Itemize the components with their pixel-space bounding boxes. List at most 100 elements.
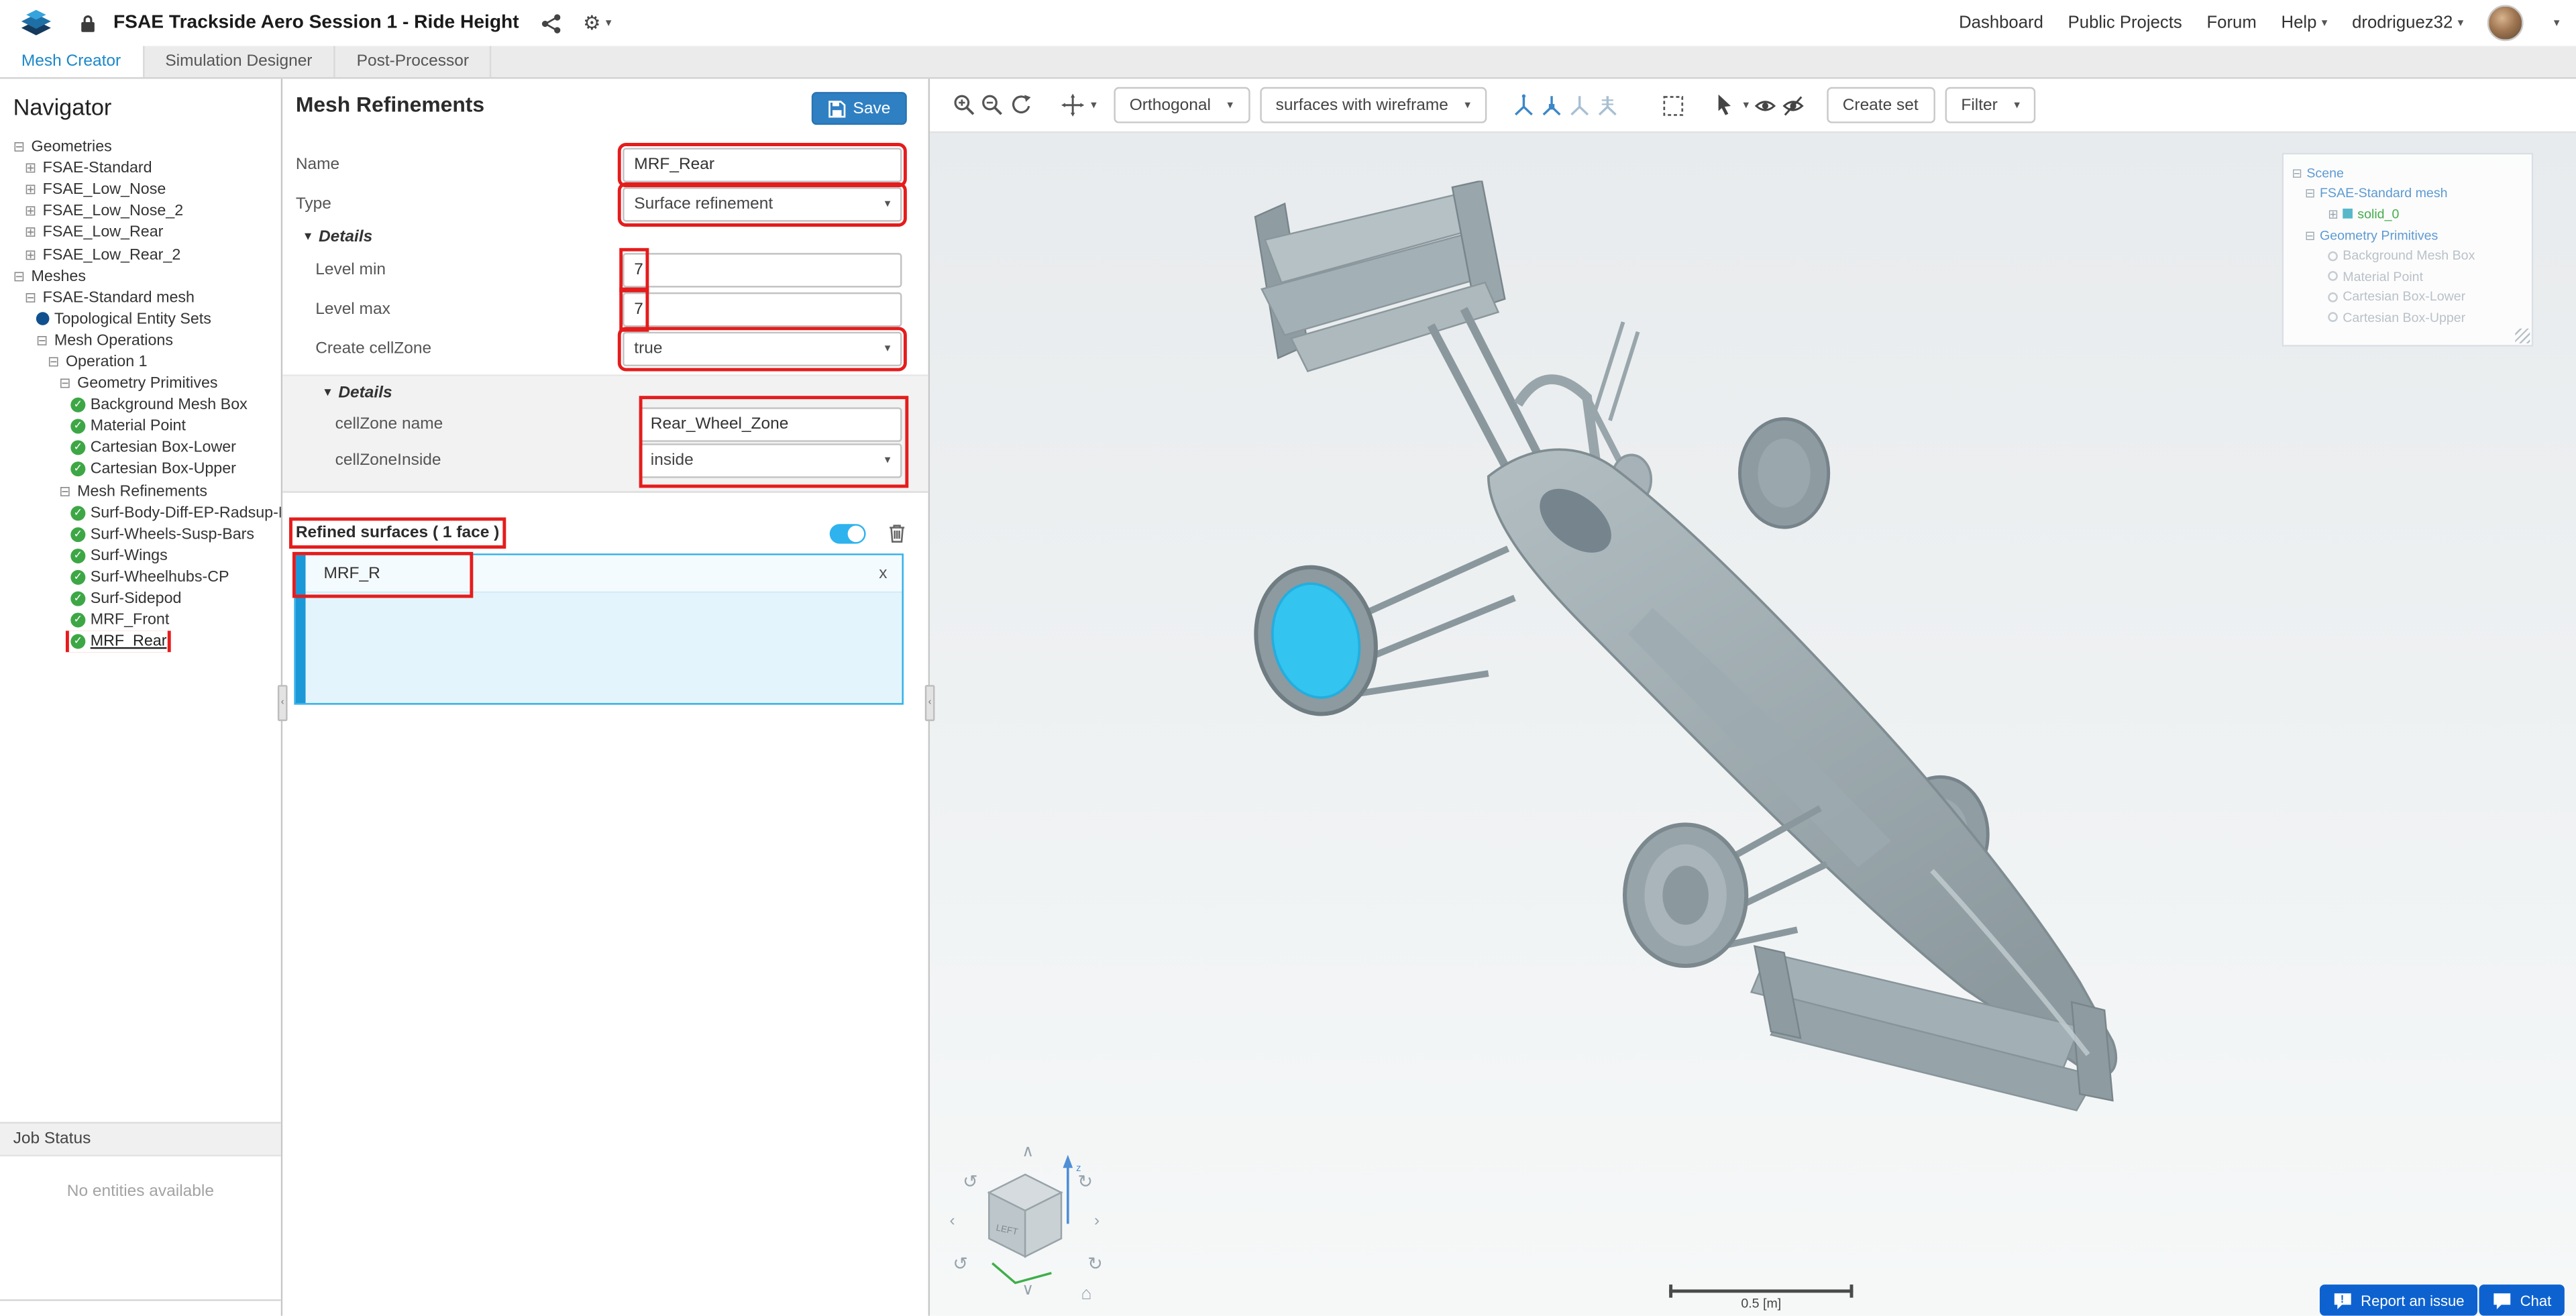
expand-icon[interactable]: ⊞: [25, 245, 43, 264]
trash-icon[interactable]: [887, 523, 906, 544]
axes-plane-icon[interactable]: [1566, 92, 1592, 118]
tree-item[interactable]: ⊞FSAE-Standard: [0, 158, 281, 179]
expand-icon[interactable]: ⊞: [25, 160, 43, 178]
refresh-view-icon[interactable]: [1007, 92, 1033, 118]
cellzone-name-input[interactable]: [639, 406, 902, 441]
navigation-cube[interactable]: ∧ ∨ ‹ › ↺ ↻ ↺ ↻ ⌂ LEFT: [940, 1132, 1124, 1315]
rotate-up-icon[interactable]: ∧: [1022, 1145, 1034, 1161]
collapse-icon[interactable]: ⊟: [25, 288, 43, 307]
filter-button[interactable]: Filter ▾: [1945, 87, 2037, 123]
sub-details-header[interactable]: ▼ Details: [282, 380, 928, 406]
tree-item[interactable]: ⊟Operation 1: [0, 351, 281, 373]
type-select[interactable]: Surface refinement ▾: [623, 186, 902, 221]
rotate-left-icon[interactable]: ‹: [950, 1214, 955, 1230]
refined-surfaces-toggle[interactable]: [830, 523, 866, 543]
roll-cw-icon[interactable]: ↻: [1087, 1256, 1103, 1274]
collapse-icon[interactable]: ⊟: [13, 138, 32, 156]
tree-item[interactable]: ✓Surf-Body-Diff-EP-Radsup-D...: [0, 502, 281, 523]
pointer-icon[interactable]: [1712, 92, 1738, 118]
scene-tree-item-solid[interactable]: ⊞solid_0: [2292, 204, 2528, 225]
tab-simulation-designer[interactable]: Simulation Designer: [144, 46, 335, 78]
tree-item[interactable]: ✓Cartesian Box-Upper: [0, 459, 281, 480]
tree-item[interactable]: ⊟Mesh Operations: [0, 330, 281, 351]
expand-icon[interactable]: ⊞: [25, 224, 43, 242]
avatar[interactable]: [2488, 5, 2524, 41]
show-icon[interactable]: [1752, 92, 1778, 118]
tree-item-topological-entity-sets[interactable]: Topological Entity Sets: [0, 309, 281, 330]
roll-ccw-icon[interactable]: ↺: [953, 1256, 968, 1274]
level-max-input[interactable]: [623, 292, 902, 326]
tab-post-processor[interactable]: Post-Processor: [335, 46, 492, 78]
tree-item-geometries[interactable]: ⊟Geometries: [0, 136, 281, 158]
panel-resize-handle[interactable]: ‹: [925, 685, 935, 721]
scene-tree-item[interactable]: Cartesian Box-Lower: [2292, 287, 2528, 308]
expand-icon[interactable]: ⊞: [2328, 207, 2343, 222]
pointer-caret-icon[interactable]: ▾: [1743, 99, 1750, 112]
tree-item[interactable]: ✓Material Point: [0, 416, 281, 437]
save-button[interactable]: Save: [812, 92, 907, 125]
nav-help[interactable]: Help▾: [2282, 13, 2328, 33]
projection-select[interactable]: Orthogonal ▾: [1113, 87, 1249, 123]
tree-item[interactable]: ✓Cartesian Box-Lower: [0, 437, 281, 459]
collapse-icon[interactable]: ⊟: [2292, 166, 2306, 180]
box-select-icon[interactable]: [1660, 92, 1686, 118]
expand-icon[interactable]: ⊞: [25, 181, 43, 199]
create-cellzone-select[interactable]: true ▾: [623, 331, 902, 365]
tree-item[interactable]: ⊞FSAE_Low_Rear_2: [0, 244, 281, 266]
pan-caret-icon[interactable]: ▾: [1091, 99, 1097, 112]
tree-item[interactable]: ⊞FSAE_Low_Nose: [0, 179, 281, 201]
axes-box-icon[interactable]: [1538, 92, 1564, 118]
tree-item[interactable]: ⊟Mesh Refinements: [0, 480, 281, 502]
scene-tree-item[interactable]: Cartesian Box-Upper: [2292, 307, 2528, 328]
app-logo-icon[interactable]: [16, 7, 56, 40]
resize-grip-icon[interactable]: [2515, 329, 2530, 343]
render-mode-select[interactable]: surfaces with wireframe ▾: [1259, 87, 1487, 123]
zoom-out-icon[interactable]: [979, 92, 1006, 118]
remove-surface-button[interactable]: x: [879, 564, 887, 582]
nav-public-projects[interactable]: Public Projects: [2068, 13, 2182, 33]
details-header[interactable]: ▼ Details: [282, 223, 928, 250]
visibility-dot-icon[interactable]: [2328, 251, 2338, 261]
zoom-in-icon[interactable]: [951, 92, 977, 118]
rotate-right-icon[interactable]: ›: [1094, 1214, 1099, 1230]
axes-triad-icon[interactable]: [1510, 92, 1536, 118]
scene-tree-item[interactable]: ⊟Geometry Primitives: [2292, 225, 2528, 245]
settings-gear-icon[interactable]: ⚙ ▾: [583, 13, 611, 33]
collapse-icon[interactable]: ⊟: [2305, 186, 2320, 201]
collapse-icon[interactable]: ⊟: [13, 267, 32, 285]
tree-item[interactable]: ⊞FSAE_Low_Rear: [0, 223, 281, 244]
scene-tree-panel[interactable]: ⊟Scene ⊟FSAE-Standard mesh ⊞solid_0 ⊟Geo…: [2282, 153, 2534, 347]
tree-item[interactable]: ✓Surf-Sidepod: [0, 588, 281, 610]
nav-forum[interactable]: Forum: [2206, 13, 2256, 33]
tree-item-mrf-rear[interactable]: ✓MRF_Rear: [0, 631, 281, 653]
hide-icon[interactable]: [1780, 92, 1807, 118]
scene-tree-item[interactable]: Material Point: [2292, 266, 2528, 287]
tree-item[interactable]: ✓Surf-Wings: [0, 545, 281, 567]
axes-grid-icon[interactable]: [1594, 92, 1620, 118]
avatar-caret-icon[interactable]: ▾: [2554, 16, 2560, 30]
tree-item[interactable]: ✓Surf-Wheelhubs-CP: [0, 567, 281, 588]
create-set-button[interactable]: Create set: [1826, 87, 1935, 123]
report-issue-button[interactable]: ! Report an issue: [2320, 1284, 2477, 1316]
panel-resize-handle[interactable]: ‹: [278, 685, 288, 721]
roll-ccw-icon[interactable]: ↺: [963, 1174, 978, 1193]
tree-item-mrf-front[interactable]: ✓MRF_Front: [0, 610, 281, 631]
tree-item[interactable]: ✓Surf-Wheels-Susp-Bars: [0, 523, 281, 545]
tree-item-meshes[interactable]: ⊟Meshes: [0, 266, 281, 287]
expand-icon[interactable]: ⊞: [25, 203, 43, 221]
collapse-icon[interactable]: ⊟: [36, 331, 54, 349]
share-icon[interactable]: [540, 12, 561, 34]
tree-item[interactable]: ⊟Geometry Primitives: [0, 373, 281, 394]
tree-item[interactable]: ⊟FSAE-Standard mesh: [0, 287, 281, 309]
visibility-dot-icon[interactable]: [2328, 272, 2338, 282]
tree-item[interactable]: ✓Background Mesh Box: [0, 394, 281, 416]
name-input[interactable]: [623, 147, 902, 181]
tree-item[interactable]: ⊞FSAE_Low_Nose_2: [0, 201, 281, 222]
level-min-input[interactable]: [623, 252, 902, 286]
cellzone-inside-select[interactable]: inside ▾: [639, 443, 902, 477]
orientation-cube-icon[interactable]: LEFT: [985, 1171, 1065, 1266]
chat-button[interactable]: Chat: [2479, 1284, 2565, 1316]
collapse-icon[interactable]: ⊟: [2305, 227, 2320, 242]
visibility-dot-icon[interactable]: [2328, 292, 2338, 303]
viewport-canvas[interactable]: ⊟Scene ⊟FSAE-Standard mesh ⊞solid_0 ⊟Geo…: [930, 133, 2576, 1315]
